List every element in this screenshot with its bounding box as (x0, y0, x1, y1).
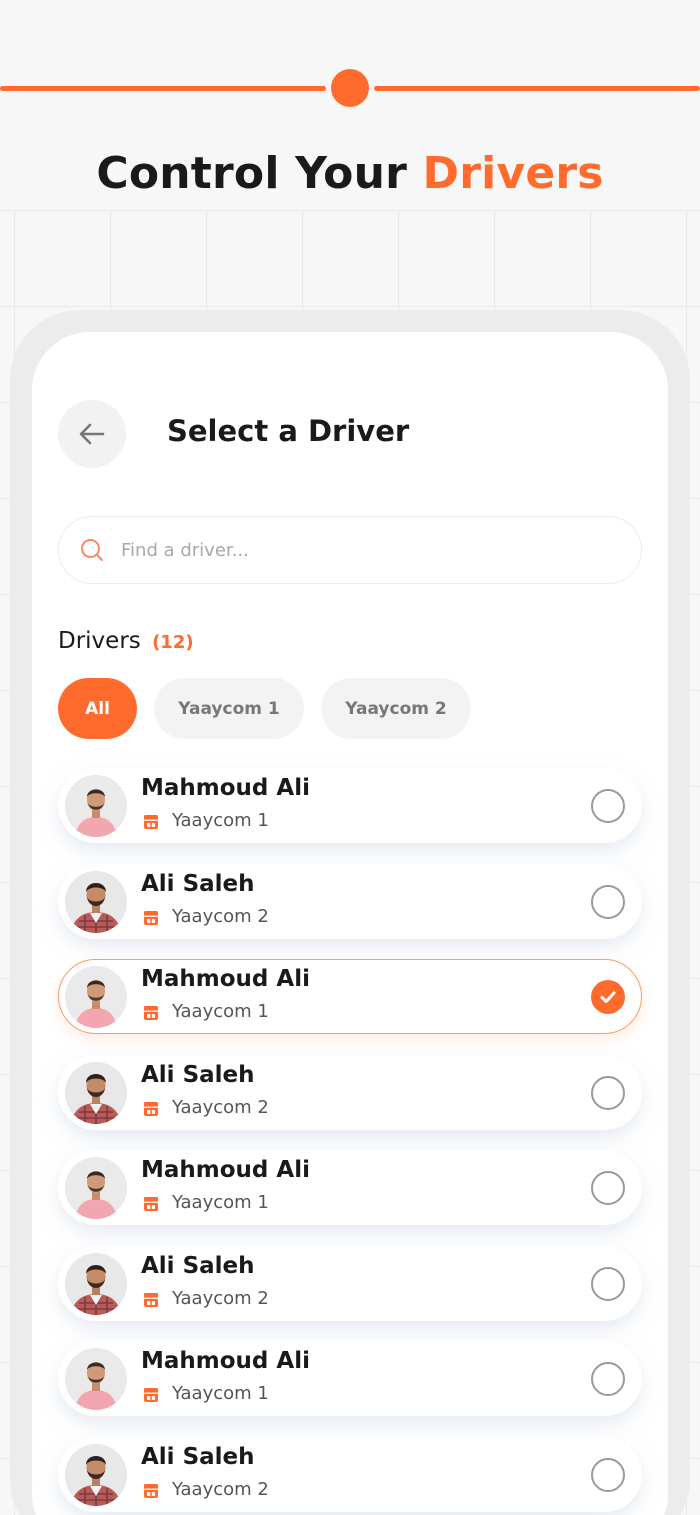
driver-team: Yaaycom 1 (172, 1383, 269, 1404)
driver-name: Ali Saleh (141, 870, 255, 897)
driver-radio[interactable] (591, 1266, 625, 1301)
store-icon (143, 1005, 159, 1021)
driver-team: Yaaycom 1 (172, 1192, 269, 1213)
driver-name: Mahmoud Ali (141, 966, 310, 992)
store-icon (143, 910, 159, 926)
driver-radio[interactable] (591, 1362, 625, 1396)
store-icon (143, 1387, 159, 1403)
driver-name: Ali Saleh (141, 1443, 255, 1470)
driver-avatar (65, 870, 127, 933)
filter-chips: All Yaaycom 1 Yaaycom 2 (58, 678, 471, 739)
drivers-label: Drivers (58, 628, 141, 654)
store-icon (143, 1101, 159, 1117)
driver-team: Yaaycom 2 (172, 1478, 269, 1500)
phone-screen: Select a Driver Drivers (12) All Yaaycom… (32, 332, 668, 1515)
driver-row[interactable]: Ali Saleh Yaaycom 2 (58, 1436, 642, 1512)
driver-row[interactable]: Ali Saleh Yaaycom 2 (58, 1245, 642, 1321)
driver-row[interactable]: Ali Saleh Yaaycom 2 (58, 1054, 642, 1130)
screen-title: Select a Driver (167, 414, 410, 448)
search-input[interactable] (121, 539, 581, 561)
driver-row[interactable]: Mahmoud Ali Yaaycom 1 (58, 768, 642, 843)
driver-row[interactable]: Mahmoud Ali Yaaycom 1 (58, 959, 642, 1034)
driver-avatar (65, 1157, 127, 1219)
driver-radio[interactable] (591, 1075, 625, 1110)
decorative-line-left (0, 86, 326, 91)
driver-avatar (65, 1252, 127, 1315)
search-icon (79, 537, 105, 563)
drivers-count: (12) (152, 632, 194, 653)
headline-part1: Control Your (96, 148, 408, 199)
arrow-left-icon (79, 423, 105, 445)
search-field[interactable] (58, 516, 642, 584)
driver-avatar (65, 1061, 127, 1124)
headline: Control Your Drivers (0, 148, 700, 199)
driver-team: Yaaycom 2 (172, 1096, 269, 1118)
driver-radio-checked[interactable] (591, 980, 625, 1014)
headline-accent: Drivers (422, 148, 604, 199)
driver-team: Yaaycom 1 (172, 1001, 269, 1022)
drivers-heading: Drivers (12) (58, 628, 194, 654)
driver-team: Yaaycom 1 (172, 810, 269, 831)
driver-name: Mahmoud Ali (141, 1157, 310, 1183)
back-button[interactable] (58, 400, 126, 468)
driver-avatar (65, 1443, 127, 1506)
driver-name: Mahmoud Ali (141, 775, 310, 801)
store-icon (143, 1292, 159, 1308)
driver-avatar (65, 775, 127, 837)
check-icon (600, 991, 616, 1003)
driver-team: Yaaycom 2 (172, 905, 269, 927)
driver-avatar (65, 966, 127, 1028)
store-icon (143, 1196, 159, 1212)
driver-list: Mahmoud Ali Yaaycom 1 Ali Saleh Yaaycom 2 … (58, 768, 642, 1515)
decorative-line-right (374, 86, 700, 91)
driver-radio[interactable] (591, 1171, 625, 1205)
driver-radio[interactable] (591, 789, 625, 823)
driver-radio[interactable] (591, 1457, 625, 1492)
decorative-dot (331, 69, 369, 107)
driver-row[interactable]: Mahmoud Ali Yaaycom 1 (58, 1150, 642, 1225)
driver-row[interactable]: Ali Saleh Yaaycom 2 (58, 863, 642, 939)
store-icon (143, 1483, 159, 1499)
driver-radio[interactable] (591, 884, 625, 919)
driver-name: Ali Saleh (141, 1061, 255, 1088)
driver-name: Ali Saleh (141, 1252, 255, 1279)
filter-chip-all[interactable]: All (58, 678, 137, 739)
driver-team: Yaaycom 2 (172, 1287, 269, 1309)
store-icon (143, 814, 159, 830)
filter-chip-yaaycom-1[interactable]: Yaaycom 1 (154, 678, 304, 739)
driver-row[interactable]: Mahmoud Ali Yaaycom 1 (58, 1341, 642, 1416)
filter-chip-yaaycom-2[interactable]: Yaaycom 2 (321, 678, 471, 739)
driver-name: Mahmoud Ali (141, 1348, 310, 1374)
driver-avatar (65, 1348, 127, 1410)
